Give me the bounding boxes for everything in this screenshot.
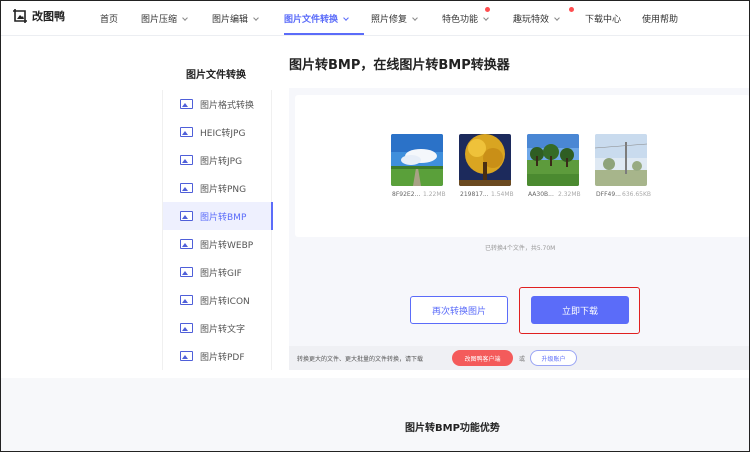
sidebar-item-to-bmp[interactable]: 图片转BMP bbox=[163, 202, 273, 230]
nav-item-home[interactable]: 首页 bbox=[100, 12, 118, 25]
sidebar-title: 图片文件转换 bbox=[186, 70, 246, 81]
file-size: 1.22MB bbox=[423, 191, 446, 198]
page-title: 图片转BMP，在线图片转BMP转换器 bbox=[289, 58, 510, 73]
app-name: 改图鸭 bbox=[32, 10, 65, 23]
nav-item-features[interactable]: 特色功能 bbox=[442, 12, 489, 25]
file-thumbnail[interactable] bbox=[595, 134, 647, 186]
sidebar-item-format-convert[interactable]: 图片格式转换 bbox=[163, 90, 273, 118]
file-thumbnail[interactable] bbox=[459, 134, 511, 186]
logo-icon bbox=[13, 9, 27, 23]
nav-item-repair[interactable]: 照片修复 bbox=[371, 12, 418, 25]
image-icon bbox=[180, 183, 193, 193]
image-icon bbox=[180, 295, 193, 305]
image-icon bbox=[180, 239, 193, 249]
image-icon bbox=[180, 155, 193, 165]
chevron-down-icon bbox=[483, 15, 489, 21]
file-name: AA30B... bbox=[528, 191, 554, 198]
sidebar-item-to-png[interactable]: 图片转PNG bbox=[163, 174, 273, 202]
sidebar-item-to-gif[interactable]: 图片转GIF bbox=[163, 258, 273, 286]
file-size: 636.65KB bbox=[622, 191, 652, 198]
conversion-summary: 已转换4个文件，共5.70M bbox=[485, 245, 556, 252]
file-name: 8F92E2... bbox=[392, 191, 421, 198]
sidebar: 图片格式转换 HEIC转JPG 图片转JPG 图片转PNG 图片转BMP 图片转… bbox=[162, 90, 273, 370]
sidebar-item-heic-to-jpg[interactable]: HEIC转JPG bbox=[163, 118, 273, 146]
file-thumbnail[interactable] bbox=[527, 134, 579, 186]
nav-item-convert[interactable]: 图片文件转换 bbox=[284, 12, 349, 25]
sidebar-item-to-pdf[interactable]: 图片转PDF bbox=[163, 342, 273, 370]
file-size: 2.32MB bbox=[558, 191, 581, 198]
convert-again-button[interactable]: 再次转换图片 bbox=[410, 296, 508, 324]
client-download-button[interactable]: 改图鸭客户端 bbox=[452, 350, 513, 366]
image-icon bbox=[180, 211, 193, 221]
nav-item-help[interactable]: 使用帮助 bbox=[642, 12, 678, 25]
features-title: 图片转BMP功能优势 bbox=[405, 423, 500, 434]
tip-text: 转换更大的文件、更大批量的文件转换，请下载 bbox=[297, 356, 424, 363]
image-icon bbox=[180, 323, 193, 333]
file-size: 1.54MB bbox=[491, 191, 514, 198]
image-icon bbox=[180, 127, 193, 137]
nav-item-effects[interactable]: 趣玩特效 bbox=[513, 12, 560, 25]
features-section bbox=[0, 378, 750, 452]
logo[interactable]: 改图鸭 bbox=[12, 8, 65, 24]
image-icon bbox=[180, 99, 193, 109]
file-list-area bbox=[295, 95, 750, 237]
top-navigation: 改图鸭 首页 图片压缩 图片编辑 图片文件转换 照片修复 特色功能 趣玩特效 下… bbox=[0, 0, 750, 36]
chevron-down-icon bbox=[343, 15, 349, 21]
or-text: 或 bbox=[519, 356, 526, 363]
file-name: 219817... bbox=[460, 191, 489, 198]
chevron-down-icon bbox=[554, 15, 560, 21]
nav-active-underline bbox=[284, 33, 364, 35]
image-icon bbox=[180, 351, 193, 361]
new-badge bbox=[569, 7, 574, 12]
nav-item-edit[interactable]: 图片编辑 bbox=[212, 12, 259, 25]
sidebar-item-to-icon[interactable]: 图片转ICON bbox=[163, 286, 273, 314]
download-button[interactable]: 立即下载 bbox=[531, 296, 629, 324]
nav-item-download-center[interactable]: 下载中心 bbox=[585, 12, 621, 25]
sidebar-item-to-text[interactable]: 图片转文字 bbox=[163, 314, 273, 342]
nav-item-compress[interactable]: 图片压缩 bbox=[141, 12, 188, 25]
sidebar-item-to-webp[interactable]: 图片转WEBP bbox=[163, 230, 273, 258]
upgrade-account-button[interactable]: 升级账户 bbox=[530, 350, 577, 366]
sidebar-item-to-jpg[interactable]: 图片转JPG bbox=[163, 146, 273, 174]
image-icon bbox=[180, 267, 193, 277]
chevron-down-icon bbox=[182, 15, 188, 21]
file-thumbnail[interactable] bbox=[391, 134, 443, 186]
file-name: DFF49... bbox=[596, 191, 621, 198]
new-badge bbox=[485, 7, 490, 12]
chevron-down-icon bbox=[253, 15, 259, 21]
chevron-down-icon bbox=[412, 15, 418, 21]
